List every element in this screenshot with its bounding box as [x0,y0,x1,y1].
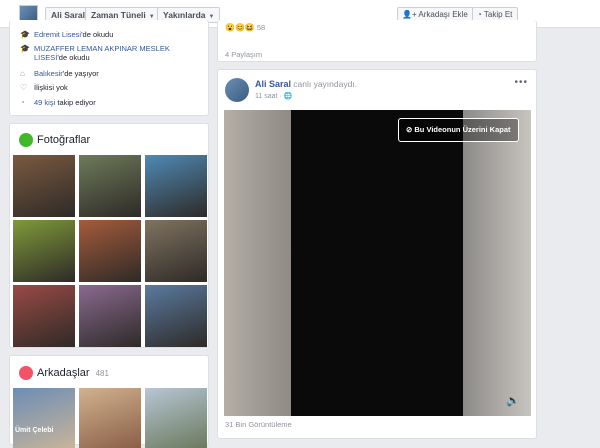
more-options-icon[interactable]: ••• [514,77,528,88]
photo-thumbnail[interactable] [79,285,141,347]
video-frame [291,110,463,416]
hide-video-button[interactable]: ⊘ Bu Videonun Üzerini Kapat [398,118,519,142]
eye-off-icon: ⊘ [406,125,413,134]
friends-icon [19,366,33,380]
photo-thumbnail[interactable] [13,285,75,347]
add-friend-label: Arkadaşı Ekle [418,10,468,19]
friend-photo[interactable] [145,388,207,448]
graduation-cap-icon: 🎓 [20,30,30,39]
photo-thumbnail[interactable] [13,220,75,282]
follow-label: Takip Et [483,10,513,19]
intro-city: ⌂ Balıkesir'de yaşıyor [20,69,99,78]
photo-thumbnail[interactable] [145,285,207,347]
reactions-summary[interactable]: 😮😊😆 58 [225,23,265,32]
friends-count: 481 [95,369,109,378]
chevron-down-icon: ▼ [208,14,215,20]
timeline-label: Zaman Tüneli [91,10,146,20]
intro-school-1: 🎓 Edremit Lisesi'de okudu [20,30,114,39]
reaction-icons: 😮😊😆 [225,23,255,32]
post-action: canlı yayındaydı. [293,79,358,89]
photos-icon [19,133,33,147]
photo-thumbnail[interactable] [13,155,75,217]
friend-photo[interactable] [79,388,141,448]
photo-thumbnail[interactable] [145,220,207,282]
followers-link[interactable]: 49 kişi [34,98,55,107]
photo-thumbnail[interactable] [79,155,141,217]
friend-name[interactable]: Ümit Çelebi [15,427,54,434]
live-video-player[interactable]: ⊘ Bu Videonun Üzerini Kapat 🔈 [224,110,531,416]
post-time[interactable]: 11 saat [255,93,277,100]
add-friend-icon: 👤+ [402,10,417,19]
photos-title[interactable]: Fotoğraflar [37,134,90,146]
graduation-cap-icon: 🎓 [20,44,30,53]
school-1-link[interactable]: Edremit Lisesi [34,30,81,39]
rss-icon: ◔ [20,98,25,107]
photo-thumbnail[interactable] [79,220,141,282]
profile-name-label: Ali Saral [51,10,86,20]
intro-relationship: ♡ İlişkisi yok [20,83,68,92]
city-link[interactable]: Balıkesir [34,69,63,78]
friends-title[interactable]: Arkadaşlar [37,367,90,379]
photos-card: Fotoğraflar [9,123,209,348]
home-icon: ⌂ [20,69,25,78]
video-blur-right [463,110,531,416]
school-2-link[interactable]: MUZAFFER LEMAN AKPINAR MESLEK [34,44,170,53]
heart-icon: ♡ [20,83,28,92]
previous-post-footer: 😮😊😆 58 4 Paylaşım [217,20,537,62]
rss-icon: ◔ [477,10,482,19]
about-label: Yakınlarda [163,10,206,20]
intro-followers: ◔ 49 kişi takip ediyor [20,98,96,107]
shares-count[interactable]: 4 Paylaşım [225,50,262,59]
intro-card: 🎓 Edremit Lisesi'de okudu 🎓 MUZAFFER LEM… [9,20,209,116]
intro-school-2: 🎓 MUZAFFER LEMAN AKPINAR MESLEK LİSESİ'de… [20,44,170,62]
globe-icon: 🌐 [283,93,293,100]
photo-thumbnail[interactable] [145,155,207,217]
view-count: 31 Bin Görüntüleme [225,420,292,429]
author-avatar[interactable] [225,78,249,102]
video-blur-left [224,110,291,416]
volume-icon[interactable]: 🔈 [506,394,520,407]
post-author[interactable]: Ali Saral [255,79,291,89]
friend-photo[interactable]: Ümit Çelebi [13,388,75,448]
